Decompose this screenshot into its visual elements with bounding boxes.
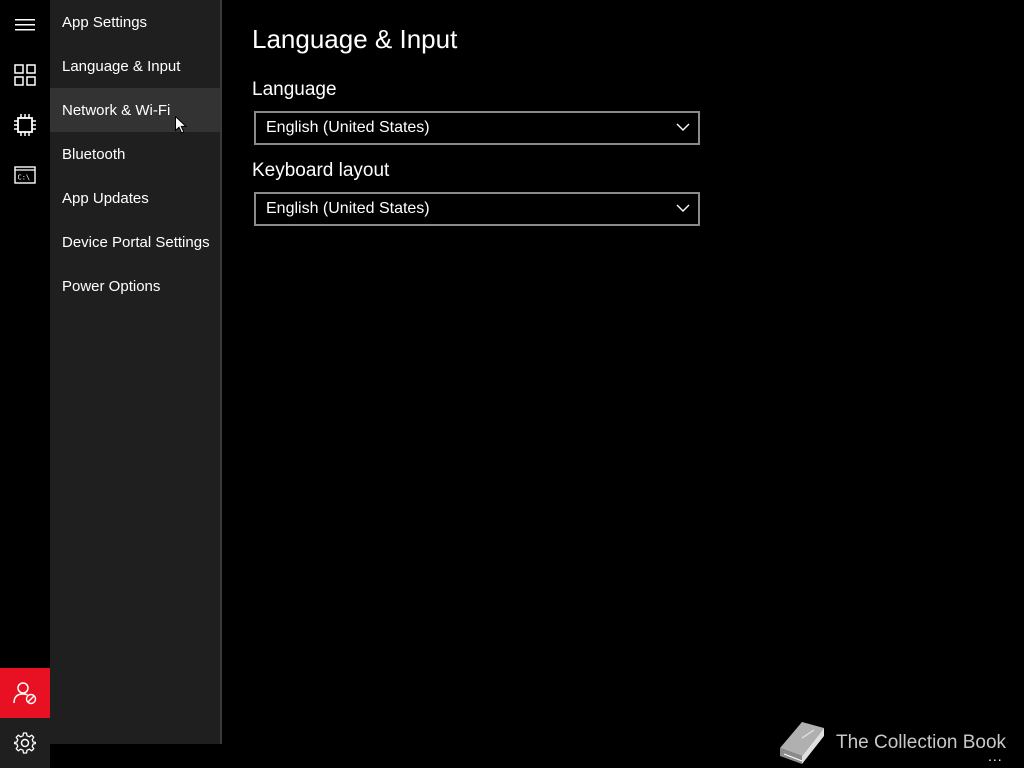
language-dropdown[interactable]: English (United States) [254,111,700,145]
keyboard-layout-dropdown-value: English (United States) [266,200,430,217]
keyboard-layout-label: Keyboard layout [252,160,390,181]
settings-button[interactable] [0,718,50,768]
nav-item-label: App Updates [62,189,149,207]
processor-icon [14,114,36,136]
account-icon [13,682,37,705]
watermark-text: The Collection Book [836,732,1007,753]
nav-item-network-wifi[interactable]: Network & Wi-Fi [50,88,220,132]
page-title: Language & Input [252,24,458,54]
nav-item-app-settings[interactable]: App Settings [50,0,220,44]
language-dropdown-value: English (United States) [266,119,430,136]
mouse-cursor-icon [175,116,187,134]
nav-item-bluetooth[interactable]: Bluetooth [50,132,220,176]
device-info-button[interactable] [0,100,50,150]
settings-screen: C:\ App Settings Language & Input Networ… [0,0,1024,768]
main-content: Language & Input Language English (Unite… [252,0,1012,700]
icon-rail: C:\ [0,0,50,768]
nav-item-label: Power Options [62,277,161,295]
chevron-down-icon [676,204,690,212]
nav-item-label: Bluetooth [62,145,126,163]
command-line-button[interactable]: C:\ [0,150,50,200]
nav-item-device-portal-settings[interactable]: Device Portal Settings [50,220,220,264]
nav-item-label: Language & Input [62,57,181,75]
dashboard-icon [14,64,36,86]
hamburger-menu-button[interactable] [0,0,50,50]
book-icon [780,722,824,764]
dashboard-button[interactable] [0,50,50,100]
keyboard-layout-dropdown[interactable]: English (United States) [254,192,700,226]
gear-icon [14,732,36,754]
chevron-down-icon [676,123,690,131]
svg-text:C:\: C:\ [18,174,31,182]
account-button[interactable] [0,668,50,718]
nav-item-label: App Settings [62,13,148,31]
nav-item-label: Network & Wi-Fi [62,101,171,119]
hamburger-icon [15,19,35,31]
settings-nav-pane: App Settings Language & Input Network & … [50,0,222,744]
nav-item-language-input[interactable]: Language & Input [50,44,220,88]
language-label: Language [252,79,337,100]
nav-item-label: Device Portal Settings [62,233,210,251]
command-prompt-icon: C:\ [14,166,36,184]
watermark: The Collection Book [772,718,1012,768]
more-options-button[interactable]: ... [988,748,1003,764]
nav-item-app-updates[interactable]: App Updates [50,176,220,220]
nav-item-power-options[interactable]: Power Options [50,264,220,308]
